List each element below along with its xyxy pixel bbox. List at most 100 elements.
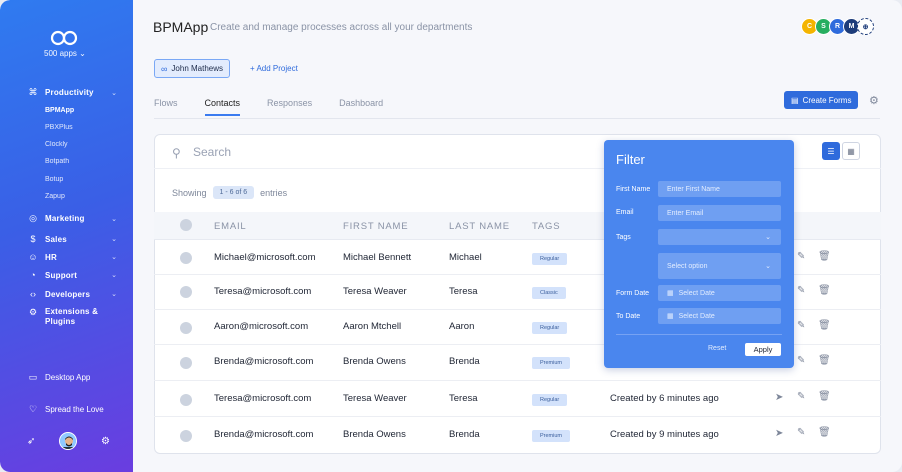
row-created: Created by 6 minutes ago xyxy=(610,393,719,404)
infinity-logo-icon[interactable] xyxy=(50,30,78,46)
edit-icon[interactable]: ✎ xyxy=(797,320,805,331)
filter-title: Filter xyxy=(616,152,645,167)
document-icon: ▤ xyxy=(791,95,799,105)
row-email: Brenda@microsoft.com xyxy=(214,356,314,367)
column-header-last-name[interactable]: LAST NAME xyxy=(449,221,510,232)
edit-icon[interactable]: ✎ xyxy=(797,427,805,438)
sidebar-item-support[interactable]: ◔ Support ⌄ xyxy=(27,270,117,280)
list-view-icon[interactable]: ☰ xyxy=(822,142,840,160)
column-header-email[interactable]: EMAIL xyxy=(214,221,247,232)
sidebar-item-marketing[interactable]: ◎ Marketing ⌄ xyxy=(27,213,117,224)
row-checkbox[interactable] xyxy=(180,357,192,369)
row-email: Teresa@microsoft.com xyxy=(214,286,312,297)
trash-icon[interactable]: 🗑 xyxy=(818,285,831,296)
first-name-field[interactable]: Enter First Name xyxy=(658,181,781,197)
sidebar-subitem-botup[interactable]: Botup xyxy=(45,176,63,183)
apps-label: 500 apps xyxy=(44,49,77,58)
add-member-icon[interactable]: ⊕ xyxy=(857,18,874,35)
trash-icon[interactable]: 🗑 xyxy=(818,391,831,402)
row-last-name: Teresa xyxy=(449,286,478,297)
select-all-checkbox[interactable] xyxy=(180,219,192,231)
spread-love-link[interactable]: ♡ Spread the Love xyxy=(27,404,104,415)
rocket-icon[interactable]: ➶ xyxy=(27,436,35,447)
reset-button[interactable]: Reset xyxy=(708,345,726,352)
tab-flows[interactable]: Flows xyxy=(154,98,178,116)
sidebar-subitem-pbxplus[interactable]: PBXPlus xyxy=(45,124,73,131)
apps-switcher[interactable]: 500 apps ⌄ xyxy=(44,49,86,58)
dollar-icon: $ xyxy=(30,234,36,244)
add-project-button[interactable]: + Add Project xyxy=(250,64,298,73)
grid-view-icon[interactable]: ▦ xyxy=(842,142,860,160)
create-forms-button[interactable]: ▤ Create Forms xyxy=(784,91,859,109)
email-placeholder: Enter Email xyxy=(667,209,704,217)
option-select[interactable]: Select option ⌄ xyxy=(658,253,781,279)
edit-icon[interactable]: ✎ xyxy=(797,285,805,296)
column-header-tags[interactable]: TAGS xyxy=(532,221,560,232)
avatar-face-icon xyxy=(60,433,76,449)
tab-dashboard[interactable]: Dashboard xyxy=(339,98,383,116)
sidebar-subitem-bpmapp[interactable]: BPMApp xyxy=(45,107,74,114)
apply-button[interactable]: Apply xyxy=(745,343,781,356)
sidebar-item-label: Developers xyxy=(45,289,91,299)
tab-contacts[interactable]: Contacts xyxy=(204,98,241,116)
app-window: 500 apps ⌄ ⌘ Productivity ⌄ BPMApp PBXPl… xyxy=(0,0,902,472)
row-email: Michael@microsoft.com xyxy=(214,252,316,263)
row-checkbox[interactable] xyxy=(180,286,192,298)
entries-info: Showing 1 - 6 of 6 entries xyxy=(172,186,287,199)
row-checkbox[interactable] xyxy=(180,322,192,334)
monitor-icon: ▭ xyxy=(28,372,38,382)
sidebar-subitem-zapup[interactable]: Zapup xyxy=(45,193,65,200)
trash-icon[interactable]: 🗑 xyxy=(818,427,831,438)
settings-icon[interactable]: ⚙ xyxy=(869,94,879,107)
form-date-picker[interactable]: ▦ Select Date xyxy=(658,285,781,301)
email-field[interactable]: Enter Email xyxy=(658,205,781,221)
desktop-app-label: Desktop App xyxy=(45,373,91,382)
tag-badge: Classic xyxy=(532,287,566,299)
row-first-name: Brenda Owens xyxy=(343,356,406,367)
page-subtitle: Create and manage processes across all y… xyxy=(210,22,473,33)
spread-love-label: Spread the Love xyxy=(45,405,104,414)
sidebar-item-label: HR xyxy=(45,252,57,262)
showing-suffix: entries xyxy=(260,187,288,198)
user-avatar[interactable] xyxy=(59,432,77,450)
form-date-label: Form Date xyxy=(616,290,650,297)
date-placeholder: Select Date xyxy=(678,289,715,297)
edit-icon[interactable]: ✎ xyxy=(797,355,805,366)
sidebar-item-extensions[interactable]: ⚙ Extensions & Plugins xyxy=(27,307,107,327)
tag-badge: Premium xyxy=(532,430,571,442)
edit-icon[interactable]: ✎ xyxy=(797,391,805,402)
calendar-icon: ▦ xyxy=(667,313,674,320)
sidebar-subitem-clockly[interactable]: Clockly xyxy=(45,141,68,148)
row-first-name: Teresa Weaver xyxy=(343,286,407,297)
project-chip[interactable]: ∞ John Mathews xyxy=(154,59,231,78)
trash-icon[interactable]: 🗑 xyxy=(818,320,831,331)
sidebar-item-label: Productivity xyxy=(45,88,94,97)
row-last-name: Brenda xyxy=(449,429,480,440)
chevron-down-icon: ⌄ xyxy=(111,291,117,298)
tab-responses[interactable]: Responses xyxy=(267,98,312,116)
send-icon[interactable]: ➤ xyxy=(775,428,783,439)
trash-icon[interactable]: 🗑 xyxy=(818,355,831,366)
sidebar-subitem-botpath[interactable]: Botpath xyxy=(45,158,69,165)
sidebar-item-productivity[interactable]: ⌘ Productivity ⌄ xyxy=(27,87,118,98)
settings-gear-icon[interactable]: ⚙ xyxy=(101,436,110,447)
row-checkbox[interactable] xyxy=(180,430,192,442)
email-label: Email xyxy=(616,209,634,216)
edit-icon[interactable]: ✎ xyxy=(797,251,805,262)
first-name-label: First Name xyxy=(616,186,651,193)
sidebar-item-label: Extensions & Plugins xyxy=(45,307,99,326)
send-icon[interactable]: ➤ xyxy=(775,392,783,403)
row-checkbox[interactable] xyxy=(180,394,192,406)
search-input[interactable] xyxy=(193,145,493,159)
row-last-name: Aaron xyxy=(449,321,475,332)
sidebar-item-developers[interactable]: ‹› Developers ⌄ xyxy=(27,289,117,299)
desktop-app-link[interactable]: ▭ Desktop App xyxy=(27,372,91,383)
sidebar-item-hr[interactable]: ☺ HR ⌄ xyxy=(27,252,117,262)
to-date-picker[interactable]: ▦ Select Date xyxy=(658,308,781,324)
row-checkbox[interactable] xyxy=(180,252,192,264)
chevron-down-icon: ⌄ xyxy=(765,234,771,241)
sidebar-item-sales[interactable]: $ Sales ⌄ xyxy=(27,234,117,244)
column-header-first-name[interactable]: FIRST NAME xyxy=(343,221,408,232)
trash-icon[interactable]: 🗑 xyxy=(818,251,831,262)
tags-select[interactable]: ⌄ xyxy=(658,229,781,245)
